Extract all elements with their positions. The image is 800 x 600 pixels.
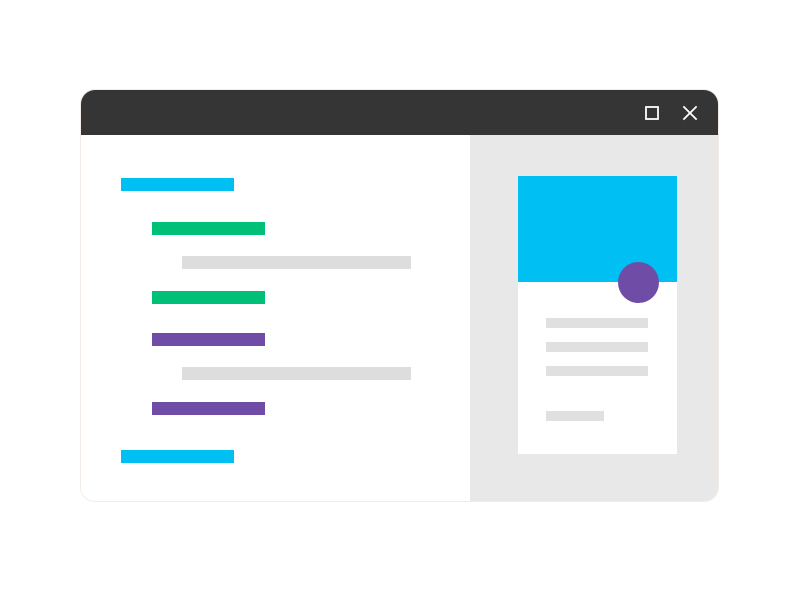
- card-text-line: [546, 342, 648, 352]
- code-line-content: [182, 367, 411, 380]
- card-text-line: [546, 318, 648, 328]
- code-line-open-child-tag: [152, 333, 265, 346]
- avatar: [618, 262, 659, 303]
- maximize-button[interactable]: [641, 102, 663, 124]
- editor-window: [81, 90, 718, 501]
- card-text-line: [546, 366, 648, 376]
- title-bar: [81, 90, 718, 135]
- card-text-line: [546, 411, 604, 421]
- close-icon: [682, 105, 698, 121]
- code-line-open-child-tag: [152, 222, 265, 235]
- preview-pane: [470, 135, 718, 501]
- card-header-image: [518, 176, 677, 282]
- code-editor-pane[interactable]: [81, 135, 470, 501]
- preview-card[interactable]: [518, 176, 677, 454]
- code-line-open-root-tag: [121, 178, 234, 191]
- code-line-close-root-tag: [121, 450, 234, 463]
- close-button[interactable]: [679, 102, 701, 124]
- code-line-close-child-tag: [152, 291, 265, 304]
- code-line-content: [182, 256, 411, 269]
- maximize-icon: [645, 106, 659, 120]
- code-line-close-child-tag: [152, 402, 265, 415]
